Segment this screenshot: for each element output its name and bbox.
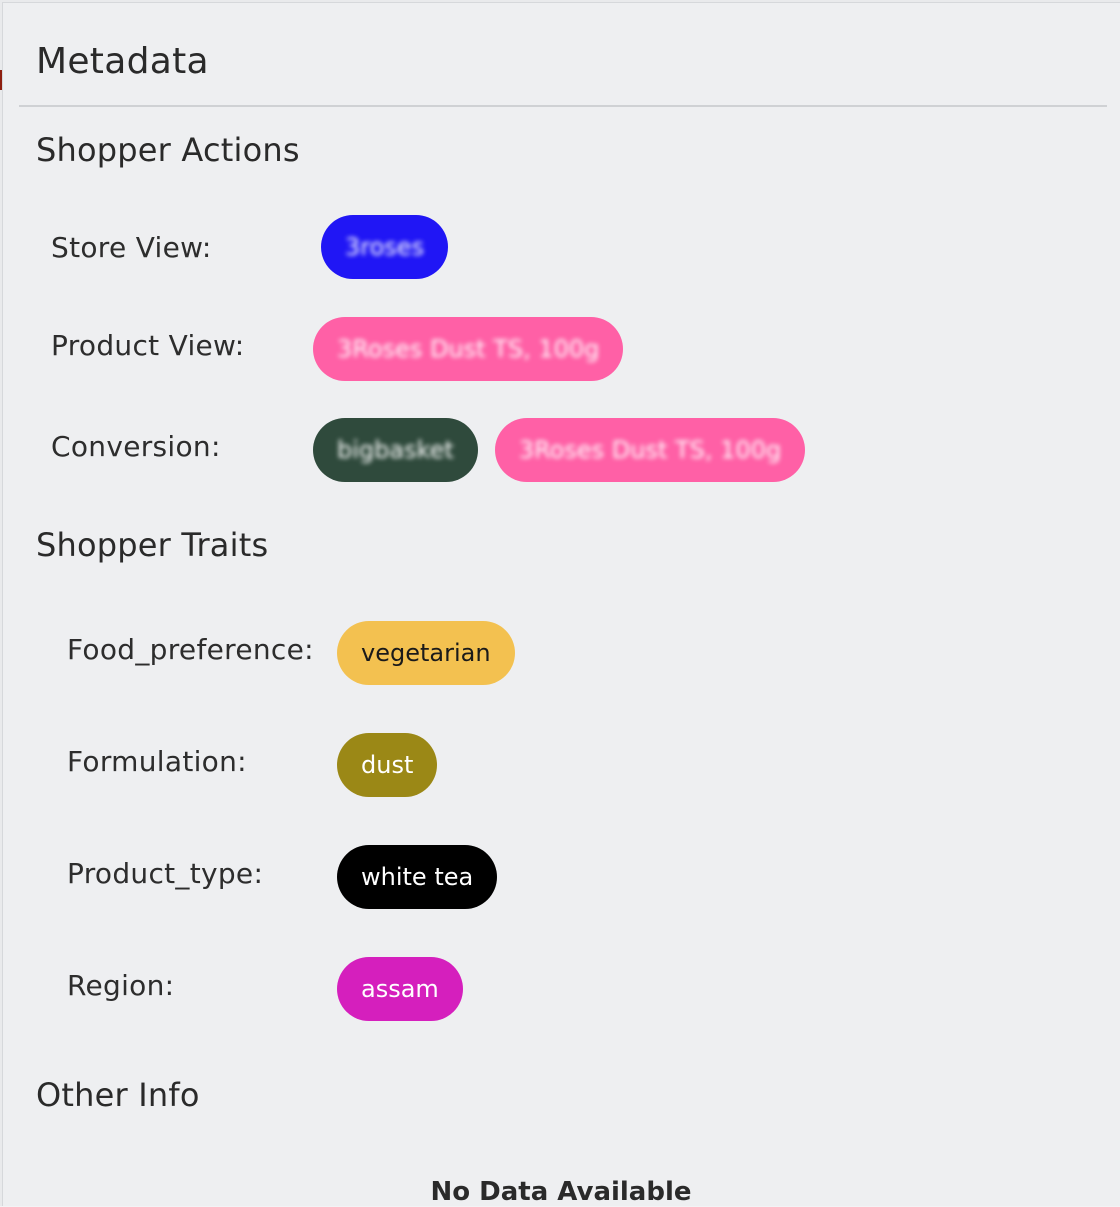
metadata-panel: Metadata Shopper Actions Store View: 3ro… (2, 2, 1120, 1207)
retailer-chip[interactable]: bigbasket (313, 418, 478, 482)
row-label: Region: (67, 968, 175, 1002)
title-divider (19, 105, 1107, 107)
product-chip[interactable]: 3Roses Dust TS, 100g (313, 317, 624, 381)
action-row-conversion: Conversion: (51, 414, 221, 478)
action-row-product-view: Product View: (51, 313, 244, 377)
row-label: Product_type: (67, 856, 264, 890)
row-label: Conversion: (51, 429, 221, 463)
trait-row-region: Region: (67, 953, 174, 1017)
formulation-chips: dust (337, 733, 438, 797)
trait-row-food-preference: Food_preference: (67, 617, 314, 681)
trait-chip[interactable]: vegetarian (337, 621, 515, 685)
region-chips: assam (337, 957, 463, 1021)
product-type-chips: white tea (337, 845, 498, 909)
empty-state-text: No Data Available (430, 1177, 692, 1207)
product-chip[interactable]: 3Roses Dust TS, 100g (494, 418, 806, 482)
action-row-store-view: Store View: (51, 215, 212, 279)
conversion-chips: bigbasket 3Roses Dust TS, 100g (313, 418, 806, 482)
section-title-shopper-traits: Shopper Traits (36, 526, 269, 564)
product-view-chips: 3Roses Dust TS, 100g (313, 317, 624, 381)
row-label: Food_preference: (67, 632, 314, 666)
trait-chip[interactable]: dust (337, 733, 438, 797)
panel-title: Metadata (36, 41, 209, 82)
trait-chip[interactable]: assam (337, 957, 463, 1021)
row-label: Store View: (51, 230, 212, 264)
row-label: Product View: (51, 328, 245, 362)
trait-row-formulation: Formulation: (67, 729, 247, 793)
section-title-shopper-actions: Shopper Actions (36, 131, 300, 169)
trait-chip[interactable]: white tea (337, 845, 498, 909)
trait-row-product-type: Product_type: (67, 841, 263, 905)
row-label: Formulation: (67, 744, 247, 778)
section-title-other-info: Other Info (36, 1076, 200, 1114)
store-chip[interactable]: 3roses (321, 215, 449, 279)
store-view-chips: 3roses (321, 215, 449, 279)
food-preference-chips: vegetarian (337, 621, 515, 685)
